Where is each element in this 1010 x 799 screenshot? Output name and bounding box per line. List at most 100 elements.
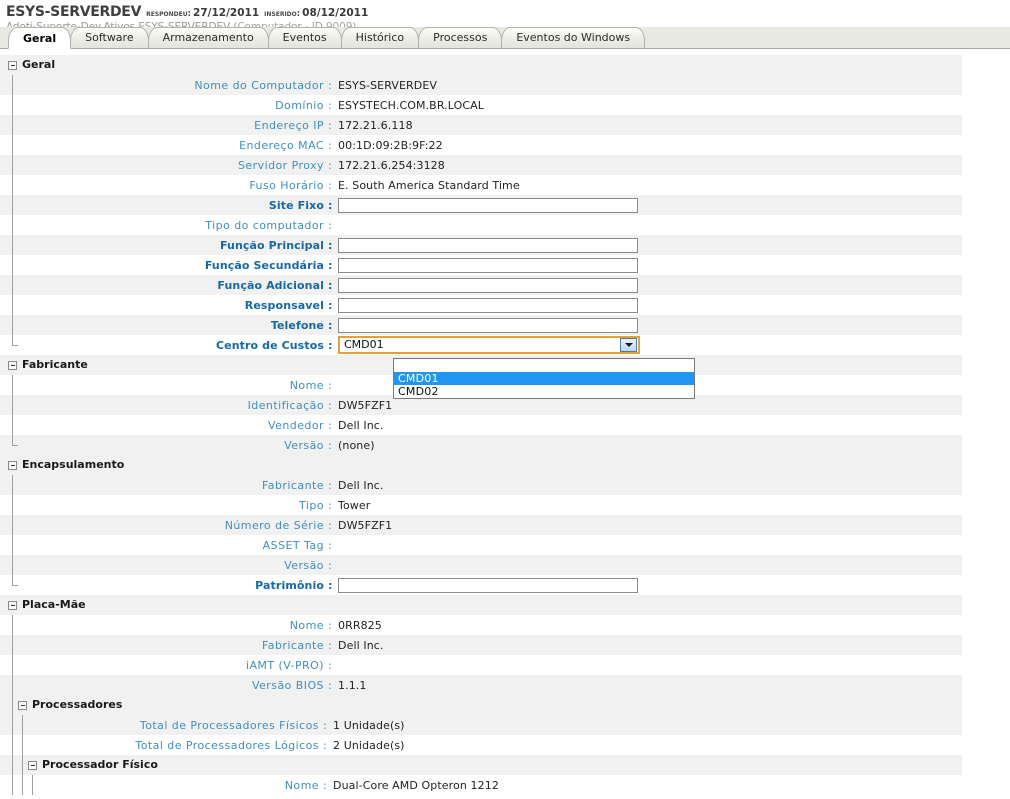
field-value-fabricante-versao: (none): [338, 438, 375, 452]
table-row: Nome : Dual-Core AMD Opteron 1212: [0, 775, 962, 795]
tab-eventos[interactable]: Eventos: [267, 27, 342, 48]
dropdown-option-cmd02[interactable]: CMD02: [394, 385, 694, 398]
collapse-toggle-icon[interactable]: [8, 600, 17, 610]
responded-label: Respondeu:: [146, 9, 192, 19]
table-row: Servidor Proxy : 172.21.6.254:3128: [0, 155, 962, 175]
inserted-value: 08/12/2011: [302, 7, 369, 19]
colon: :: [328, 78, 332, 92]
colon: :: [328, 538, 332, 552]
colon: :: [328, 258, 333, 272]
table-row: Endereço IP : 172.21.6.118: [0, 115, 962, 135]
group-title: Fabricante: [22, 358, 88, 371]
field-label-tipo-computador: Tipo do computador: [205, 218, 324, 232]
group-title: Placa-Mãe: [22, 598, 86, 611]
field-label-asset-tag: ASSET Tag: [262, 538, 324, 552]
tab-label: Histórico: [355, 31, 405, 44]
tab-label: Geral: [23, 32, 57, 45]
table-row: Versão : (none): [0, 435, 962, 455]
field-label-centro-custos: Centro de Custos: [215, 338, 324, 352]
colon: :: [328, 478, 332, 492]
field-label-total-logicos: Total de Processadores Lógicos: [135, 738, 319, 752]
telefone-input[interactable]: [338, 317, 638, 333]
colon: :: [323, 738, 327, 752]
table-row: Tipo do computador :: [0, 215, 962, 235]
field-label-funcao-secundaria: Função Secundária: [204, 258, 324, 272]
colon: :: [328, 218, 332, 232]
colon: :: [328, 338, 333, 352]
dropdown-option-blank[interactable]: [394, 359, 694, 372]
tab-geral[interactable]: Geral: [8, 27, 72, 49]
table-row: Tipo : Tower: [0, 495, 962, 515]
field-label-endereco-mac: Endereço MAC: [239, 138, 324, 152]
collapse-toggle-icon[interactable]: [8, 460, 17, 470]
group-header-geral: Geral: [0, 55, 962, 75]
field-value-servidor-proxy: 172.21.6.254:3128: [338, 158, 445, 172]
field-label-vendedor: Vendedor: [268, 418, 324, 432]
group-title: Processadores: [32, 698, 123, 711]
field-value-enc-tipo: Tower: [338, 498, 371, 512]
dropdown-option-cmd01[interactable]: CMD01: [394, 372, 694, 385]
header-title-line: ESYS-SERVERDEV Respondeu: 27/12/2011 Inseri…: [6, 4, 1010, 21]
table-row: Site Fixo :: [0, 195, 962, 215]
colon: :: [328, 118, 332, 132]
field-label-identificacao: Identificação: [247, 398, 324, 412]
colon: :: [328, 618, 332, 632]
field-label-responsavel: Responsavel: [244, 298, 324, 312]
funcao-secundaria-input[interactable]: [338, 257, 638, 273]
group-header-encapsulamento: Encapsulamento: [0, 455, 962, 475]
colon: :: [328, 578, 333, 592]
collapse-toggle-icon[interactable]: [28, 760, 37, 770]
table-row: Nome do Computador : ESYS-SERVERDEV: [0, 75, 962, 95]
table-row: Função Principal :: [0, 235, 962, 255]
field-value-identificacao: DW5FZF1: [338, 398, 393, 412]
colon: :: [323, 718, 327, 732]
responsavel-input[interactable]: [338, 297, 638, 313]
tab-historico[interactable]: Histórico: [340, 27, 420, 48]
tab-eventos-windows[interactable]: Eventos do Windows: [501, 27, 646, 48]
collapse-toggle-icon[interactable]: [8, 360, 17, 370]
field-label-site-fixo: Site Fixo: [268, 198, 324, 212]
tab-armazenamento[interactable]: Armazenamento: [147, 27, 269, 48]
field-label-iamt: iAMT (V-PRO): [245, 658, 324, 672]
colon: :: [328, 318, 333, 332]
field-label-nome-computador: Nome do Computador: [194, 78, 324, 92]
patrimonio-input[interactable]: [338, 577, 638, 593]
chevron-down-icon[interactable]: [620, 338, 637, 352]
table-row: Vendedor : Dell Inc.: [0, 415, 962, 435]
colon: :: [323, 778, 327, 792]
tab-processos[interactable]: Processos: [418, 27, 503, 48]
field-value-nome-computador: ESYS-SERVERDEV: [338, 78, 438, 92]
table-row: Função Adicional :: [0, 275, 962, 295]
funcao-adicional-input[interactable]: [338, 277, 638, 293]
colon: :: [328, 658, 332, 672]
colon: :: [328, 638, 332, 652]
group-title: Encapsulamento: [22, 458, 125, 471]
colon: :: [328, 558, 332, 572]
site-fixo-input[interactable]: [338, 197, 638, 213]
detail-panel: Geral Nome do Computador : ESYS-SERVERDE…: [0, 49, 1010, 795]
page-header: ESYS-SERVERDEV Respondeu: 27/12/2011 Inseri…: [0, 0, 1010, 33]
colon: :: [328, 678, 332, 692]
tab-software[interactable]: Software: [70, 27, 149, 48]
colon: :: [328, 378, 332, 392]
table-row: Centro de Custos : CMD01: [0, 335, 962, 355]
tab-label: Eventos do Windows: [516, 31, 631, 44]
tab-label: Armazenamento: [162, 31, 254, 44]
centro-de-custos-dropdown-list[interactable]: CMD01 CMD02: [393, 358, 695, 399]
field-value-pm-nome: 0RR825: [338, 618, 382, 632]
field-value-total-fisicos: 1 Unidade(s): [333, 718, 405, 732]
tab-label: Software: [85, 31, 134, 44]
table-row: Fuso Horário : E. South America Standard…: [0, 175, 962, 195]
colon: :: [328, 198, 333, 212]
field-label-total-fisicos: Total de Processadores Físicos: [139, 718, 319, 732]
funcao-principal-input[interactable]: [338, 237, 638, 253]
collapse-toggle-icon[interactable]: [18, 700, 27, 710]
table-row: Telefone :: [0, 315, 962, 335]
collapse-toggle-icon[interactable]: [8, 60, 17, 70]
table-row: Patrimônio :: [0, 575, 962, 595]
field-value-numero-serie: DW5FZF1: [338, 518, 393, 532]
field-label-endereco-ip: Endereço IP: [254, 118, 324, 132]
field-label-funcao-principal: Função Principal: [219, 238, 324, 252]
table-row: Endereço MAC : 00:1D:09:2B:9F:22: [0, 135, 962, 155]
centro-de-custos-combobox[interactable]: CMD01: [338, 336, 640, 354]
